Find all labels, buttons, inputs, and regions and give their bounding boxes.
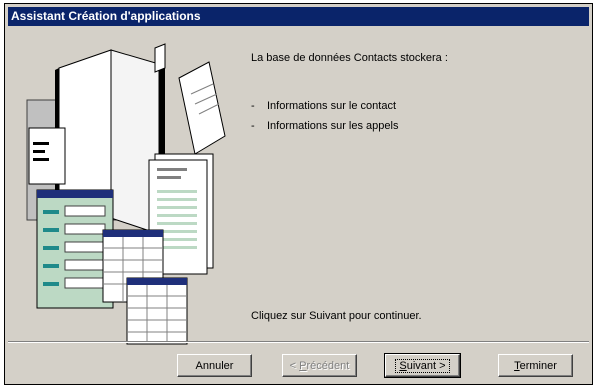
list-item: - Informations sur le contact <box>251 98 398 118</box>
bullet-marker: - <box>251 100 255 112</box>
list-item: - Informations sur les appels <box>251 118 398 138</box>
list-item-label: Informations sur le contact <box>267 100 397 112</box>
list-item-label: Informations sur les appels <box>267 120 399 132</box>
cancel-button-label: Annuler <box>195 359 234 372</box>
instruction-text: Cliquez sur Suivant pour continuer. <box>251 310 422 322</box>
previous-button-label: récédent <box>306 359 350 372</box>
cancel-button[interactable]: Annuler <box>177 354 252 377</box>
previous-button-prefix: < <box>289 359 300 372</box>
finish-button-label: erminer <box>519 359 557 372</box>
previous-button[interactable]: < Précédent <box>282 354 357 377</box>
next-button-label: uivant > <box>406 359 446 372</box>
intro-text: La base de données Contacts stockera : <box>251 52 448 64</box>
button-separator <box>8 341 589 343</box>
next-button[interactable]: Suivant > <box>384 353 461 378</box>
wizard-dialog: Assistant Création d'applications La bas… <box>4 3 593 385</box>
title-bar: Assistant Création d'applications <box>8 7 589 26</box>
next-button-hotkey: S <box>399 359 407 372</box>
finish-button[interactable]: Terminer <box>498 354 573 377</box>
previous-button-hotkey: P <box>299 359 307 372</box>
window-title: Assistant Création d'applications <box>11 9 201 23</box>
focus-rect: Suivant > <box>395 358 450 373</box>
database-binder-illustration <box>26 43 226 345</box>
bullet-marker: - <box>251 120 255 132</box>
field-group-list: - Informations sur le contact - Informatio… <box>251 98 398 138</box>
